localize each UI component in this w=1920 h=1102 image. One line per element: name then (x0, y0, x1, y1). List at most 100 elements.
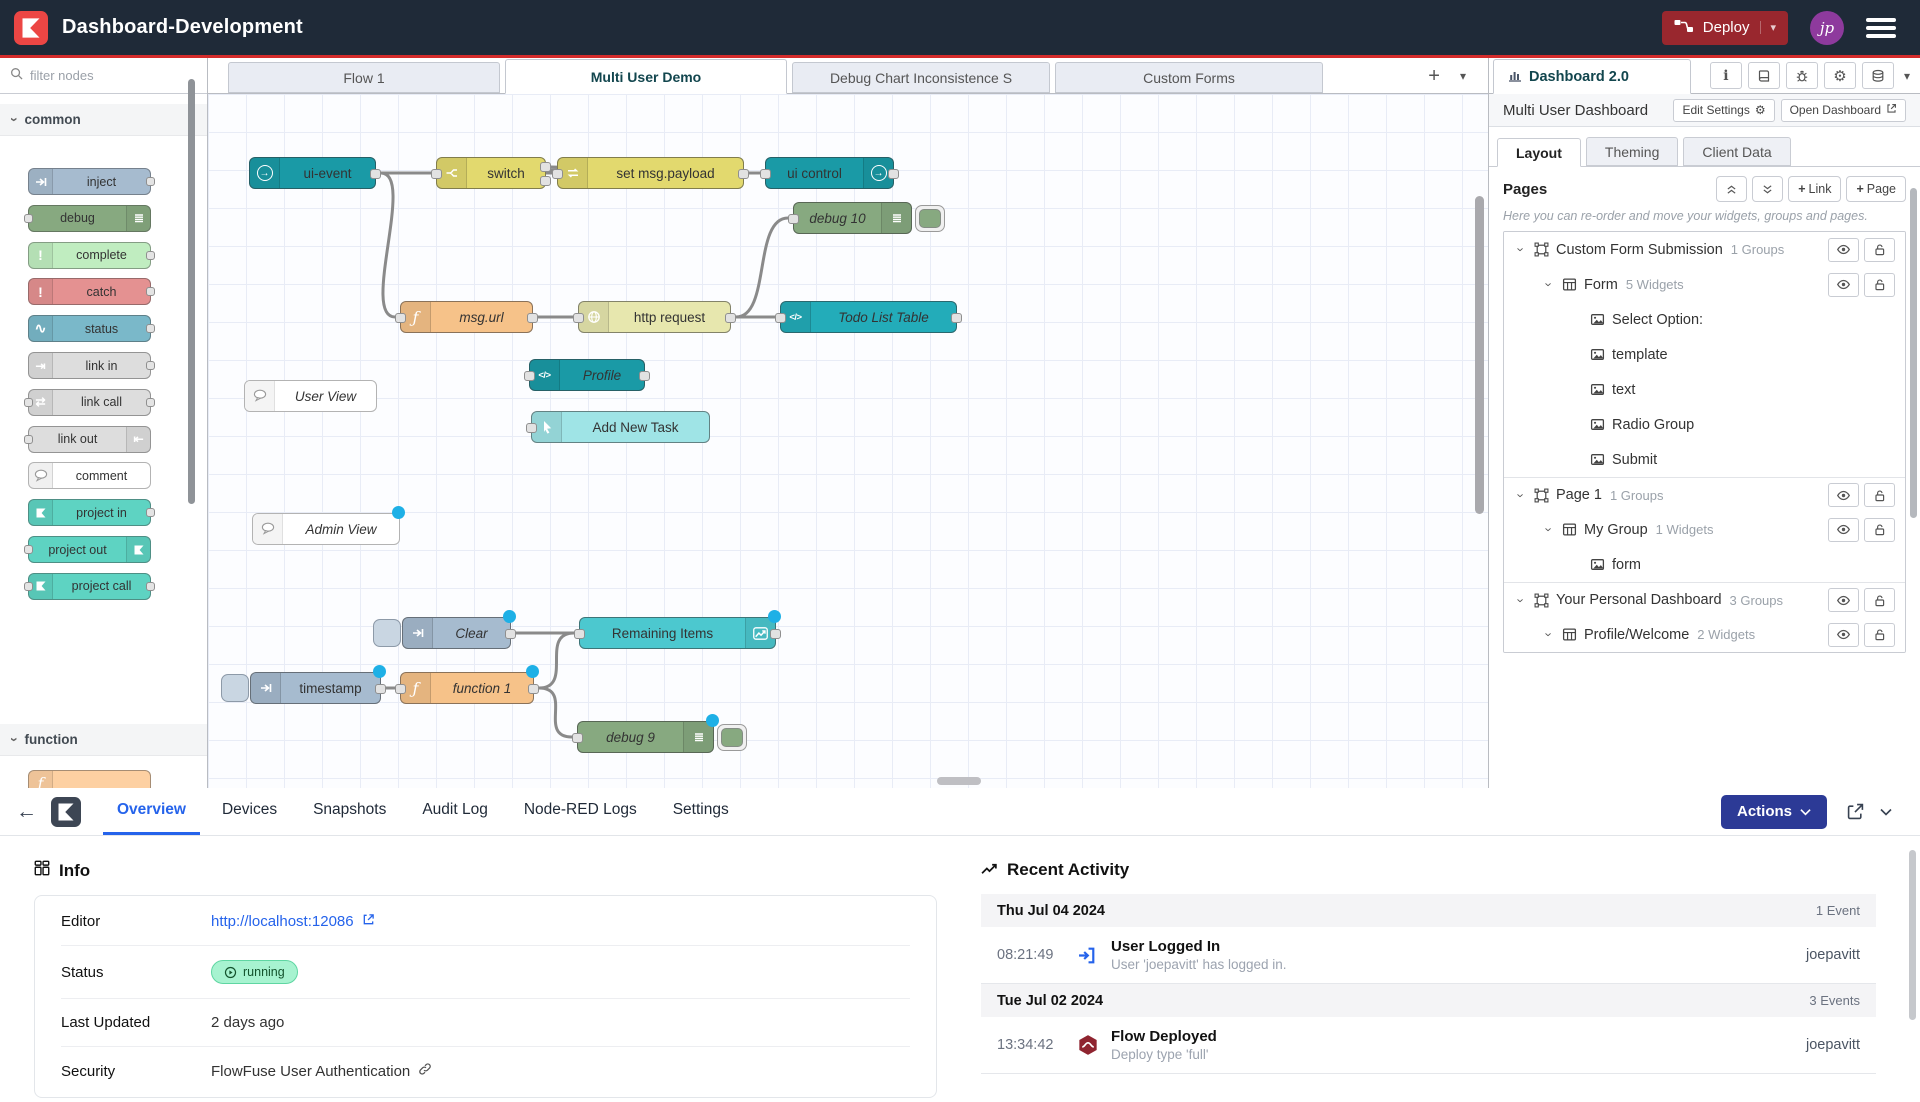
tab-theming[interactable]: Theming (1586, 137, 1678, 166)
flow-node-addtask[interactable]: Add New Task (531, 411, 710, 443)
output-port[interactable] (540, 176, 551, 186)
nav-tab-snapshots[interactable]: Snapshots (299, 788, 400, 835)
input-port[interactable] (431, 169, 442, 179)
tree-item-template[interactable]: template (1504, 337, 1905, 372)
flow-node-adminview[interactable]: Admin View (252, 513, 400, 545)
tree-item-form[interactable]: ›Form5 Widgets (1504, 267, 1905, 302)
flow-node-switch[interactable]: switch (436, 157, 546, 189)
output-port[interactable] (888, 169, 899, 179)
input-port[interactable] (760, 169, 771, 179)
output-port[interactable] (951, 313, 962, 323)
input-port[interactable] (572, 733, 583, 743)
sidebar-scrollbar[interactable] (1910, 188, 1917, 518)
nav-tab-overview[interactable]: Overview (103, 788, 200, 835)
flow-tab-multi-user-demo[interactable]: Multi User Demo (505, 59, 787, 94)
flow-node-remaining[interactable]: Remaining Items (579, 617, 776, 649)
palette-filter-input[interactable] (30, 68, 180, 83)
tree-item-submit[interactable]: Submit (1504, 442, 1905, 477)
nav-tab-audit-log[interactable]: Audit Log (408, 788, 502, 835)
output-port[interactable] (528, 684, 539, 694)
flowfuse-mark-icon[interactable] (51, 797, 81, 827)
chevron-down-icon[interactable]: › (1514, 243, 1529, 257)
flow-node-http[interactable]: http request (578, 301, 731, 333)
lock-open-button[interactable] (1864, 483, 1895, 507)
lock-open-button[interactable] (1864, 623, 1895, 647)
tab-layout[interactable]: Layout (1497, 138, 1581, 167)
output-port[interactable] (505, 629, 516, 639)
flow-node-debug10[interactable]: debug 10 (793, 202, 912, 234)
palette-node-debug[interactable]: debug (28, 205, 151, 232)
flow-node-function1[interactable]: ƒfunction 1 (400, 672, 534, 704)
input-port[interactable] (775, 313, 786, 323)
add-flow-button[interactable]: + (1428, 66, 1440, 86)
flow-node-ui-event[interactable]: →ui-event (249, 157, 376, 189)
tree-item-your-personal-dashboard[interactable]: ›Your Personal Dashboard3 Groups (1504, 582, 1905, 617)
sidebar-toolbar-gear-button[interactable]: ⚙ (1824, 62, 1856, 89)
flow-node-clear[interactable]: Clear (402, 617, 511, 649)
chevron-down-icon[interactable]: › (1514, 488, 1529, 502)
palette-node-complete[interactable]: !complete (28, 242, 151, 269)
output-port[interactable] (540, 162, 551, 172)
lock-open-button[interactable] (1864, 518, 1895, 542)
input-port[interactable] (552, 169, 563, 179)
tree-item-page-1[interactable]: ›Page 11 Groups (1504, 477, 1905, 512)
input-port[interactable] (524, 371, 535, 381)
input-port[interactable] (395, 313, 406, 323)
inject-button[interactable] (221, 674, 249, 702)
palette-node-link-call[interactable]: ⇄link call (28, 389, 151, 416)
visibility-eye-button[interactable] (1828, 238, 1859, 262)
sidebar-toolbar-info-button[interactable]: i (1710, 62, 1742, 89)
tree-item-select-option-[interactable]: Select Option: (1504, 302, 1905, 337)
main-menu-button[interactable] (1866, 18, 1896, 38)
palette-node-project-call[interactable]: project call (28, 573, 151, 600)
panel-scrollbar[interactable] (1909, 850, 1916, 1020)
palette-node-link-in[interactable]: ⇥link in (28, 352, 151, 379)
flow-node-set[interactable]: set msg.payload (557, 157, 744, 189)
palette-node-project-out[interactable]: project out (28, 536, 151, 563)
add-link-button[interactable]: + Link (1788, 176, 1841, 202)
input-port[interactable] (526, 423, 537, 433)
palette-scrollbar[interactable] (188, 79, 195, 504)
collapse-all-button[interactable] (1716, 176, 1747, 202)
flow-node-debug9[interactable]: debug 9 (577, 721, 714, 753)
deploy-button[interactable]: Deploy ▾ (1662, 11, 1788, 45)
link-chain-icon[interactable] (418, 1062, 432, 1080)
palette-section-function[interactable]: ›function (0, 724, 207, 756)
tab-client-data[interactable]: Client Data (1683, 137, 1790, 166)
sidebar-toolbar-layers-button[interactable] (1862, 62, 1894, 89)
input-port[interactable] (395, 684, 406, 694)
deploy-options-caret-icon[interactable]: ▾ (1760, 21, 1776, 34)
output-port[interactable] (375, 684, 386, 694)
canvas-vertical-scrollbar[interactable] (1475, 196, 1484, 514)
tree-item-profile-welcome[interactable]: ›Profile/Welcome2 Widgets (1504, 617, 1905, 652)
output-port[interactable] (725, 313, 736, 323)
collapse-panel-caret-icon[interactable] (1880, 805, 1892, 819)
flow-node-uicontrol[interactable]: →ui control (765, 157, 894, 189)
visibility-eye-button[interactable] (1828, 483, 1859, 507)
flow-list-caret-icon[interactable]: ▾ (1460, 69, 1466, 83)
editor-url-link[interactable]: http://localhost:12086 (211, 913, 354, 930)
visibility-eye-button[interactable] (1828, 273, 1859, 297)
tree-item-custom-form-submission[interactable]: ›Custom Form Submission1 Groups (1504, 232, 1905, 267)
flow-node-todo[interactable]: </>Todo List Table (780, 301, 957, 333)
flow-tab-debug-chart-inconsistence-s[interactable]: Debug Chart Inconsistence S (792, 62, 1050, 93)
tree-item-text[interactable]: text (1504, 372, 1905, 407)
inject-button[interactable] (373, 619, 401, 647)
lock-open-button[interactable] (1864, 588, 1895, 612)
edit-settings-button[interactable]: Edit Settings ⚙ (1673, 99, 1774, 122)
tree-item-radio-group[interactable]: Radio Group (1504, 407, 1905, 442)
flow-tab-flow-1[interactable]: Flow 1 (228, 62, 500, 93)
tab-dashboard-2[interactable]: Dashboard 2.0 (1493, 59, 1691, 94)
lock-open-button[interactable] (1864, 273, 1895, 297)
visibility-eye-button[interactable] (1828, 518, 1859, 542)
flow-node-profile[interactable]: </>Profile (529, 359, 645, 391)
flow-node-userview[interactable]: User View (244, 380, 377, 412)
debug-toggle-button[interactable] (717, 724, 747, 751)
add-page-button[interactable]: + Page (1846, 176, 1906, 202)
palette-node-function[interactable]: ƒ (28, 770, 151, 788)
output-port[interactable] (738, 169, 749, 179)
palette-section-common[interactable]: ›common (0, 104, 207, 136)
palette-node-inject[interactable]: inject (28, 168, 151, 195)
debug-toggle-button[interactable] (915, 205, 945, 232)
back-arrow-icon[interactable]: ← (16, 800, 37, 824)
